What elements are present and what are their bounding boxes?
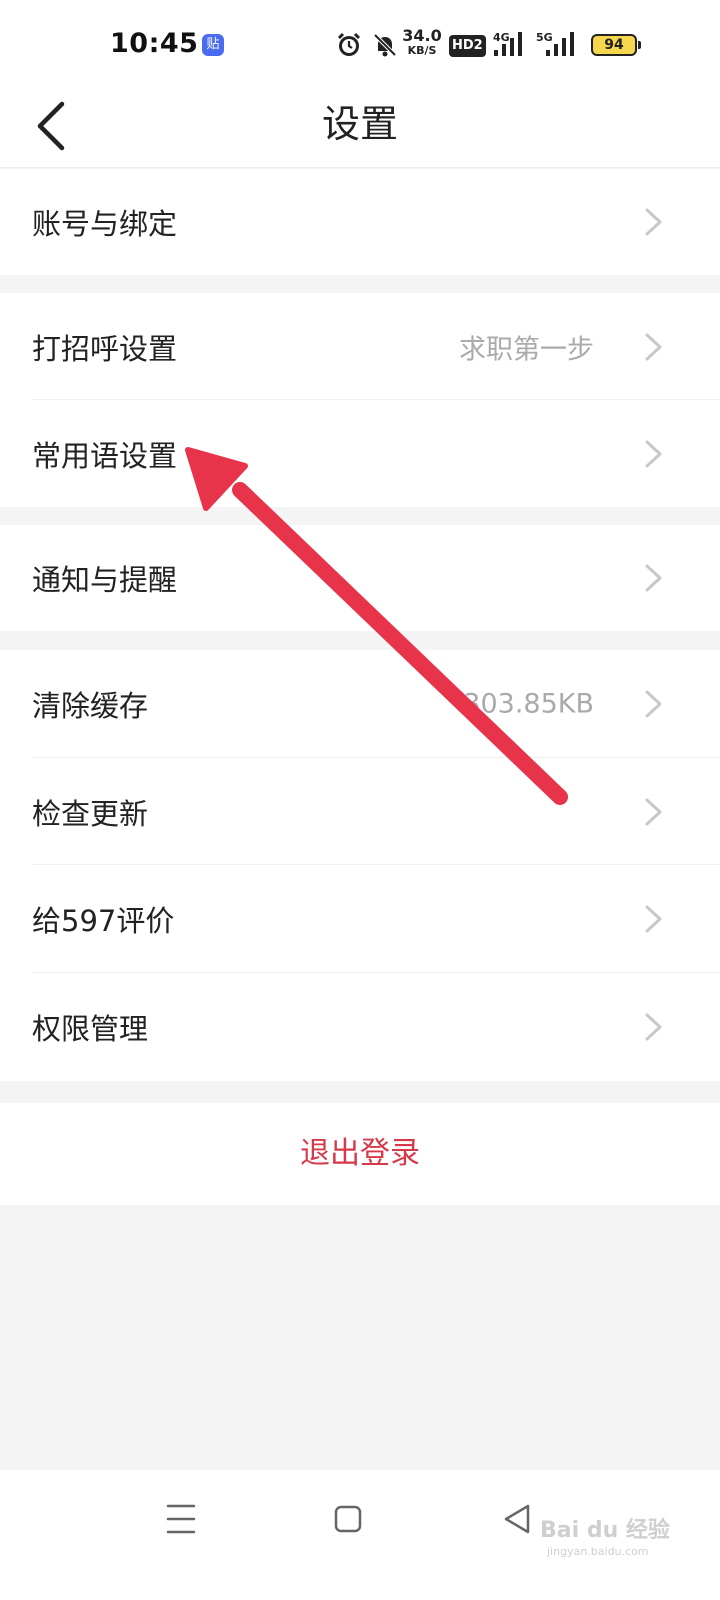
watermark-url: jingyan.baidu.com [547, 1545, 649, 1558]
home-icon[interactable] [331, 1500, 365, 1540]
watermark-logo: Bai du 经验 [540, 1518, 670, 1543]
annotation-arrow-icon [185, 447, 568, 805]
back-triangle-icon[interactable] [500, 1500, 534, 1540]
menu-icon[interactable] [164, 1500, 198, 1540]
